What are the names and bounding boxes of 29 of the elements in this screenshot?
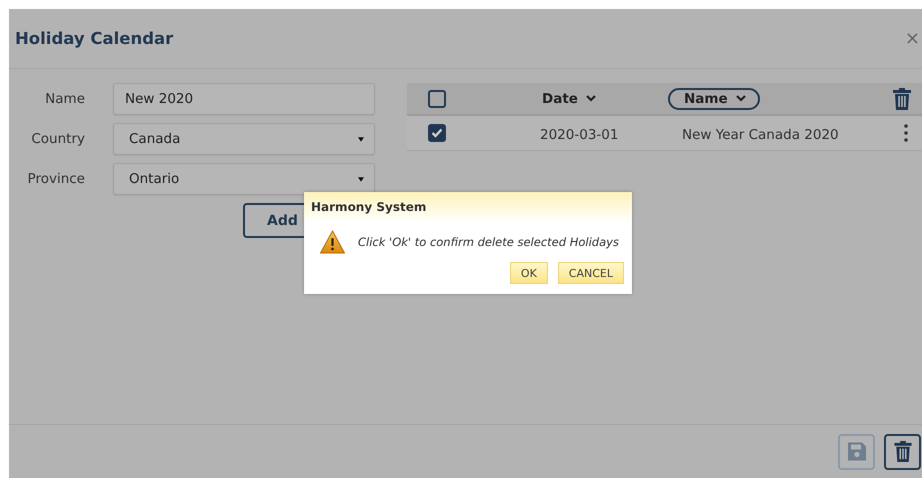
dropdown-field[interactable]: Canada xyxy=(113,123,375,155)
caret-icon xyxy=(358,176,364,182)
checkmark-icon xyxy=(431,128,443,138)
dialog-message: Click 'Ok' to confirm delete selected Holidays xyxy=(358,235,619,249)
dialog-title: Harmony System xyxy=(311,200,426,214)
delete-button[interactable] xyxy=(884,434,921,470)
table-cell: New Year Canada 2020 xyxy=(682,126,839,142)
field-label: Country xyxy=(30,131,85,147)
warning-icon xyxy=(319,230,346,254)
dropdown-field[interactable]: Ontario xyxy=(113,163,375,195)
column-header[interactable]: Name xyxy=(668,88,760,110)
add-button[interactable]: Add xyxy=(243,203,305,238)
cancel-button[interactable]: CANCEL xyxy=(558,262,624,284)
column-header[interactable]: Date xyxy=(526,88,610,110)
more-icon[interactable] xyxy=(904,124,908,142)
trash-icon xyxy=(892,441,912,462)
ok-button[interactable]: OK xyxy=(510,262,548,284)
caret-icon xyxy=(358,136,364,142)
field-label: Province xyxy=(26,171,85,187)
chevron-down-icon xyxy=(586,95,596,102)
checkbox[interactable] xyxy=(428,124,446,142)
save-icon xyxy=(846,441,866,462)
input-field[interactable]: New 2020 xyxy=(113,83,375,115)
dialog-title: Holiday Calendar xyxy=(15,29,174,48)
table-cell: 2020-03-01 xyxy=(540,126,618,142)
checkbox[interactable] xyxy=(428,90,446,108)
field-label: Name xyxy=(44,91,85,107)
trash-icon xyxy=(892,88,912,110)
chevron-down-icon xyxy=(736,95,746,102)
